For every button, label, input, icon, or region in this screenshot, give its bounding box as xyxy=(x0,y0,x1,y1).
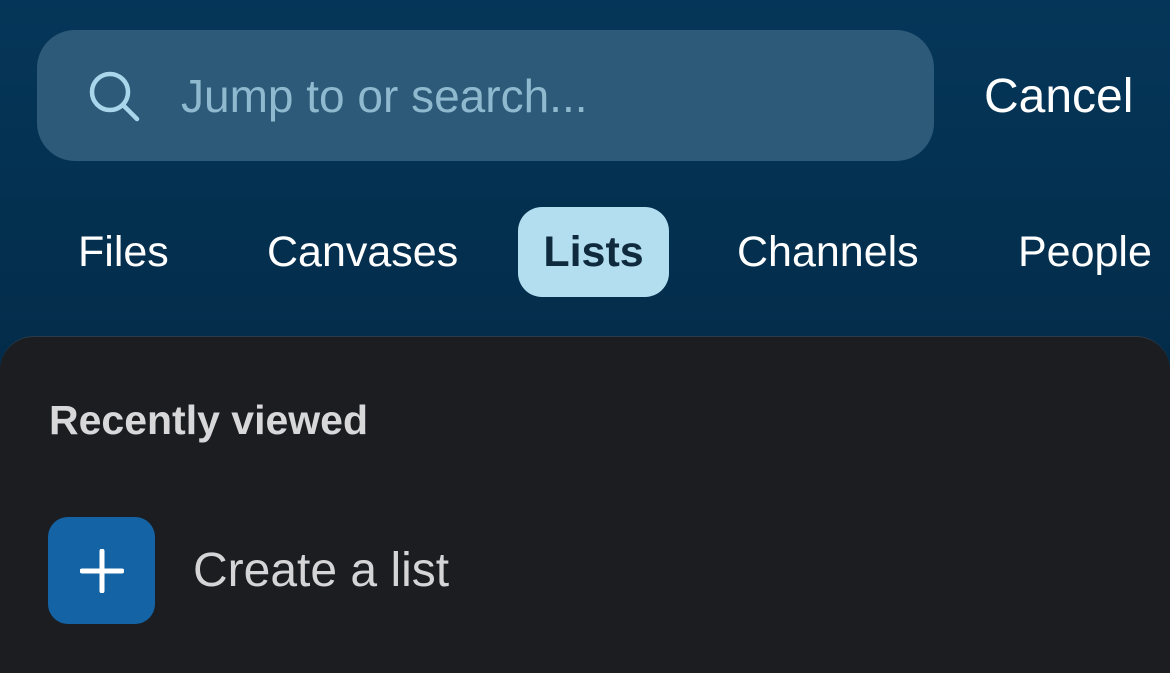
cancel-button[interactable]: Cancel xyxy=(984,66,1133,128)
tab-canvases[interactable]: Canvases xyxy=(267,207,458,297)
tab-people[interactable]: People xyxy=(1018,207,1152,297)
create-list-label: Create a list xyxy=(193,544,450,597)
plus-icon xyxy=(48,517,155,624)
search-input[interactable] xyxy=(181,65,934,126)
search-icon xyxy=(87,69,141,123)
tab-files[interactable]: Files xyxy=(78,207,169,297)
tab-lists[interactable]: Lists xyxy=(518,207,669,297)
section-title-recently-viewed: Recently viewed xyxy=(49,397,369,443)
results-panel: Recently viewed Create a list xyxy=(0,336,1170,673)
search-bar[interactable] xyxy=(37,30,934,161)
filter-tabs: Files Canvases Lists Channels People xyxy=(0,207,1170,297)
tab-channels[interactable]: Channels xyxy=(737,207,919,297)
create-list-button[interactable]: Create a list xyxy=(48,517,449,624)
